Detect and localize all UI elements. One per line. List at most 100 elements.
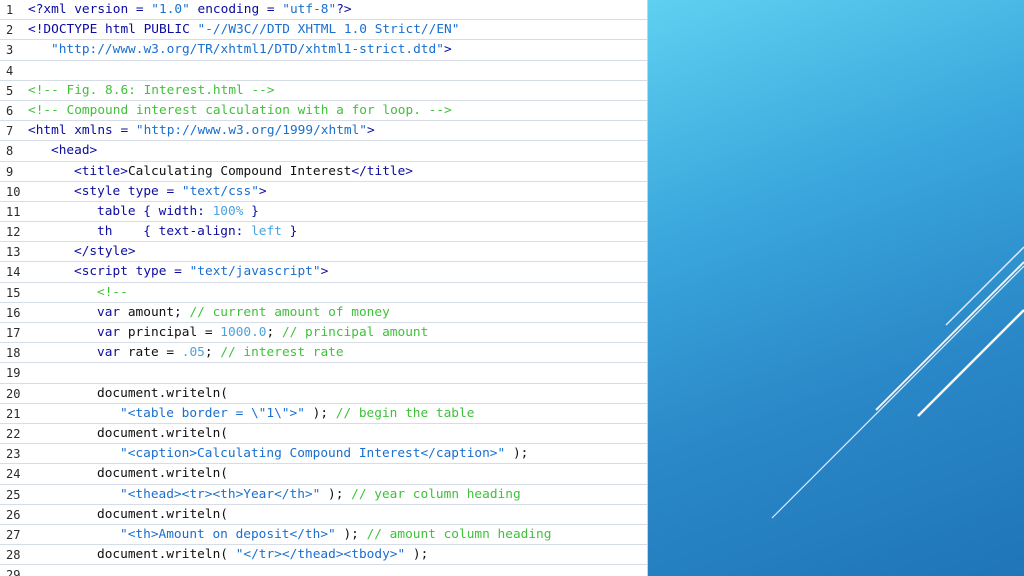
code-token: encoding = xyxy=(189,2,283,17)
line-number: 11 xyxy=(6,204,21,219)
line-number: 9 xyxy=(6,164,14,179)
code-text: var rate = .05; // interest rate xyxy=(97,344,344,362)
code-text: "<table border = \"1\">" ); // begin the… xyxy=(120,405,474,423)
code-listing: 1 <?xml version = "1.0" encoding = "utf-8… xyxy=(0,0,648,576)
code-text: <!DOCTYPE html PUBLIC "-//W3C//DTD XHTML… xyxy=(28,21,459,39)
code-token: "http://www.w3.org/TR/xhtml1/DTD/xhtml1-… xyxy=(51,42,444,58)
line-number: 21 xyxy=(6,406,21,421)
code-token: // year column heading xyxy=(351,486,521,502)
code-token: <!-- Compound interest calculation with … xyxy=(28,102,452,118)
code-line: 23 "<caption>Calculating Compound Interes… xyxy=(0,444,648,465)
line-number: 16 xyxy=(6,305,21,320)
code-text: table { width: 100% } xyxy=(97,203,259,221)
code-token: document.writeln( xyxy=(97,425,228,441)
code-token: left xyxy=(251,224,282,240)
code-token: "1.0" xyxy=(151,2,190,17)
code-line: 3 "http://www.w3.org/TR/xhtml1/DTD/xhtml1… xyxy=(0,40,648,61)
code-token: <html xmlns = xyxy=(28,123,136,139)
code-text: document.writeln( xyxy=(97,506,228,524)
code-text: <style type = "text/css"> xyxy=(74,183,267,201)
code-token: <!-- xyxy=(97,284,128,300)
code-line: 14 <script type = "text/javascript"> xyxy=(0,262,648,283)
code-token: ); xyxy=(405,547,429,563)
code-token: "text/javascript" xyxy=(189,264,321,280)
code-token: > xyxy=(367,123,375,139)
code-token: ; xyxy=(266,325,282,340)
code-token: // begin the table xyxy=(335,405,475,421)
code-token: document.writeln( xyxy=(97,466,228,482)
code-token: .05 xyxy=(181,345,205,361)
code-token: table { width: xyxy=(97,203,213,219)
code-token: var xyxy=(97,304,128,320)
code-token: "text/css" xyxy=(181,183,259,199)
line-number: 23 xyxy=(6,447,21,462)
code-line: 25 "<thead><tr><th>Year</th>" ); // year … xyxy=(0,485,648,505)
code-token: ); xyxy=(505,446,529,462)
line-number: 13 xyxy=(6,245,21,260)
code-line: 4 xyxy=(0,61,648,81)
code-line: 7 <html xmlns = "http://www.w3.org/1999/x… xyxy=(0,121,648,142)
line-number: 15 xyxy=(6,285,21,300)
code-line: 19 xyxy=(0,363,648,384)
code-token: <title> xyxy=(74,163,128,179)
code-line: 9 <title>Calculating Compound Interest</t… xyxy=(0,162,648,182)
code-line: 5 <!-- Fig. 8.6: Interest.html --> xyxy=(0,81,648,101)
code-line: 2 <!DOCTYPE html PUBLIC "-//W3C//DTD XHTM… xyxy=(0,20,648,41)
code-token: "http://www.w3.org/1999/xhtml" xyxy=(135,123,368,139)
code-token: document.writeln( xyxy=(97,385,228,401)
line-number: 28 xyxy=(6,548,21,563)
line-number: 5 xyxy=(6,83,14,98)
code-text: var principal = 1000.0; // principal amo… xyxy=(97,324,428,342)
code-text: th { text-align: left } xyxy=(97,223,297,241)
line-number: 12 xyxy=(6,225,21,240)
code-text: <title>Calculating Compound Interest</ti… xyxy=(74,163,413,181)
code-text: <html xmlns = "http://www.w3.org/1999/xh… xyxy=(28,122,375,140)
code-line: 8 <head> xyxy=(0,141,648,162)
code-token: <?xml version = xyxy=(28,2,152,17)
code-token: "-//W3C//DTD XHTML 1.0 Strict//EN" xyxy=(197,22,460,38)
code-token: } xyxy=(243,203,259,219)
code-token: ); xyxy=(335,526,367,542)
code-text: document.writeln( xyxy=(97,425,228,443)
line-number: 7 xyxy=(6,124,14,139)
code-text: <!-- xyxy=(97,284,128,302)
code-text: "<th>Amount on deposit</th>" ); // amoun… xyxy=(120,526,551,544)
line-number: 20 xyxy=(6,386,21,401)
line-number: 8 xyxy=(6,144,14,159)
code-token: th { text-align: xyxy=(97,224,252,240)
code-token: "<table border = \"1\">" xyxy=(120,405,305,421)
code-token: </style> xyxy=(74,244,136,260)
diagonal-line-3 xyxy=(945,246,1024,326)
code-token: rate = xyxy=(127,345,182,361)
code-token: 1000.0 xyxy=(220,325,267,340)
code-token: // amount column heading xyxy=(366,526,552,542)
code-line: 11 table { width: 100% } xyxy=(0,202,648,223)
code-token: <head> xyxy=(51,143,98,159)
line-number: 4 xyxy=(6,63,14,78)
diagonal-line-2 xyxy=(917,309,1024,417)
code-token: // interest rate xyxy=(220,345,344,361)
code-text: <!-- Compound interest calculation with … xyxy=(28,102,452,120)
code-token: ); xyxy=(304,405,336,421)
code-token: "</tr></thead><tbody>" xyxy=(235,547,406,563)
line-number: 22 xyxy=(6,426,21,441)
code-line: 24 document.writeln( xyxy=(0,464,648,485)
code-line: 20 document.writeln( xyxy=(0,384,648,404)
code-token: <!-- Fig. 8.6: Interest.html --> xyxy=(28,82,275,98)
line-number: 25 xyxy=(6,487,21,502)
code-text: <script type = "text/javascript"> xyxy=(74,263,328,281)
line-number: 3 xyxy=(6,43,14,58)
code-line: 1 <?xml version = "1.0" encoding = "utf-8… xyxy=(0,0,648,21)
code-text: "<thead><tr><th>Year</th>" ); // year co… xyxy=(120,486,521,504)
code-token: var xyxy=(97,345,128,361)
code-token: > xyxy=(258,183,267,199)
code-token: <style type = xyxy=(74,183,182,199)
line-number: 26 xyxy=(6,507,21,522)
code-token: // current amount of money xyxy=(189,304,390,320)
code-line: 22 document.writeln( xyxy=(0,424,648,445)
code-token: <script type = xyxy=(74,264,190,280)
code-line: 12 th { text-align: left } xyxy=(0,222,648,243)
line-number: 19 xyxy=(6,366,21,381)
decorative-diagonal-lines xyxy=(771,246,1024,519)
code-text: <?xml version = "1.0" encoding = "utf-8"… xyxy=(28,1,352,19)
